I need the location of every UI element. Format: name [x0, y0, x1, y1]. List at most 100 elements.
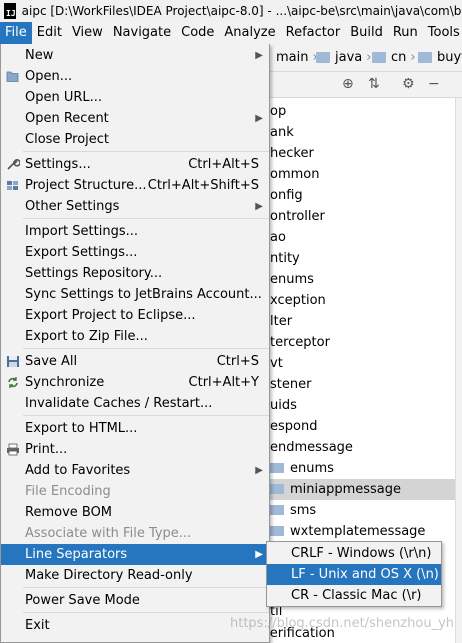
chevron-right-icon: ›	[366, 50, 372, 65]
window-title: aipc [D:\WorkFiles\IDEA Project\aipc-8.0…	[21, 4, 462, 18]
menu-item-make-read-only[interactable]: Make Directory Read-only	[1, 565, 269, 586]
menu-item-open[interactable]: Open...	[1, 66, 269, 87]
menu-item-label: Line Separators	[25, 547, 128, 562]
menu-item-label: Close Project	[25, 132, 110, 147]
menu-item-settings-repository[interactable]: Settings Repository...	[1, 263, 269, 284]
tree-item[interactable]: uids	[270, 395, 297, 416]
tree-item[interactable]: endmessage	[270, 437, 353, 458]
menu-item-remove-bom[interactable]: Remove BOM	[1, 502, 269, 523]
tree-item-label: miniappmessage	[290, 482, 402, 497]
menu-item-save-all[interactable]: Save All Ctrl+S	[1, 351, 269, 372]
tree-item[interactable]: hecker	[270, 143, 314, 164]
breadcrumb-main[interactable]: main›	[276, 50, 322, 65]
menu-item-open-recent[interactable]: Open Recent ▶	[1, 108, 269, 129]
tree-item[interactable]: enums	[270, 269, 314, 290]
submenu-item-cr[interactable]: CR - Classic Mac (\r)	[267, 585, 441, 606]
tree-item[interactable]: ank	[270, 122, 294, 143]
menu-item-export-settings[interactable]: Export Settings...	[1, 242, 269, 263]
title-bar: IJ aipc [D:\WorkFiles\IDEA Project\aipc-…	[0, 0, 462, 22]
menu-item-exit[interactable]: Exit	[1, 615, 269, 636]
menu-item-label: Project Structure...	[25, 178, 147, 193]
menu-tools[interactable]: Tools	[423, 22, 462, 44]
menu-item-other-settings[interactable]: Other Settings ▶	[1, 196, 269, 217]
menu-item-power-save-mode[interactable]: Power Save Mode	[1, 590, 269, 611]
menu-item-associate-file-type[interactable]: Associate with File Type...	[1, 523, 269, 544]
menu-item-label: Synchronize	[25, 375, 105, 390]
submenu-arrow-icon: ▶	[255, 465, 263, 476]
menu-item-close-project[interactable]: Close Project	[1, 129, 269, 150]
locate-icon[interactable]: ⊕	[342, 76, 354, 92]
tree-folder-wxtemplatemessage[interactable]: wxtemplatemessage	[270, 521, 425, 542]
breadcrumb-cn[interactable]: cn ›	[372, 50, 420, 65]
submenu-item-crlf[interactable]: CRLF - Windows (\r\n)	[267, 543, 441, 564]
menu-build[interactable]: Build	[345, 22, 388, 44]
tree-folder-enums[interactable]: enums	[270, 458, 334, 479]
tree-item[interactable]: lter	[270, 311, 292, 332]
tree-item[interactable]: onfig	[270, 185, 303, 206]
intellij-app-icon: IJ	[4, 3, 16, 19]
menu-divider	[23, 415, 269, 416]
gear-icon[interactable]: ⚙	[402, 76, 415, 92]
tree-item[interactable]: xception	[270, 290, 326, 311]
menu-item-label: Settings...	[25, 157, 91, 172]
menu-run[interactable]: Run	[388, 22, 423, 44]
menu-item-sync-settings[interactable]: Sync Settings to JetBrains Account...	[1, 284, 269, 305]
menu-item-export-eclipse[interactable]: Export Project to Eclipse...	[1, 305, 269, 326]
menu-item-label: Export Settings...	[25, 245, 138, 260]
tree-item[interactable]: ommon	[270, 164, 319, 185]
menu-view[interactable]: View	[67, 22, 108, 44]
menu-item-export-html[interactable]: Export to HTML...	[1, 418, 269, 439]
menu-item-file-encoding[interactable]: File Encoding	[1, 481, 269, 502]
folder-icon	[316, 52, 330, 63]
submenu-item-lf[interactable]: LF - Unix and OS X (\n)	[267, 564, 441, 585]
menu-divider	[23, 218, 269, 219]
menu-item-export-zip[interactable]: Export to Zip File...	[1, 326, 269, 347]
right-tool-strip	[455, 98, 462, 643]
minimize-icon[interactable]: −	[428, 76, 440, 92]
tree-item[interactable]: ntity	[270, 248, 300, 269]
tree-folder-sms[interactable]: sms	[270, 500, 316, 521]
tree-item[interactable]: terceptor	[270, 332, 330, 353]
menu-item-invalidate-caches[interactable]: Invalidate Caches / Restart...	[1, 393, 269, 414]
breadcrumb-label: cn	[391, 50, 407, 65]
menu-bar: File Edit View Navigate Code Analyze Ref…	[0, 22, 462, 44]
menu-item-project-structure[interactable]: Project Structure... Ctrl+Alt+Shift+S	[1, 175, 269, 196]
menu-navigate[interactable]: Navigate	[108, 22, 176, 44]
folder-icon	[270, 484, 284, 494]
menu-item-line-separators[interactable]: Line Separators ▶	[1, 544, 269, 565]
sync-icon	[8, 377, 18, 388]
breadcrumb-buyfo[interactable]: buyfo	[418, 50, 462, 65]
wrench-icon	[7, 159, 20, 170]
menu-item-settings[interactable]: Settings... Ctrl+Alt+S	[1, 154, 269, 175]
menu-item-open-url[interactable]: Open URL...	[1, 87, 269, 108]
collapse-all-icon[interactable]: ⇅	[368, 76, 380, 92]
menu-item-import-settings[interactable]: Import Settings...	[1, 221, 269, 242]
menu-item-label: Remove BOM	[25, 505, 113, 520]
menu-item-label: Power Save Mode	[25, 593, 140, 608]
project-toolbar: ⊕ ⇅ ⚙ −	[270, 72, 462, 98]
tree-item[interactable]: ao	[270, 227, 286, 248]
line-separators-submenu: CRLF - Windows (\r\n) LF - Unix and OS X…	[266, 541, 442, 607]
menu-analyze[interactable]: Analyze	[219, 22, 280, 44]
menu-item-new[interactable]: New ▶	[1, 45, 269, 66]
menu-file[interactable]: File	[0, 22, 32, 44]
menu-divider	[23, 587, 269, 588]
menu-item-print[interactable]: Print...	[1, 439, 269, 460]
menu-divider	[23, 348, 269, 349]
menu-item-add-to-favorites[interactable]: Add to Favorites ▶	[1, 460, 269, 481]
tree-item[interactable]: vt	[270, 353, 283, 374]
breadcrumb-java[interactable]: java ›	[316, 50, 375, 65]
menu-item-synchronize[interactable]: Synchronize Ctrl+Alt+Y	[1, 372, 269, 393]
menu-code[interactable]: Code	[176, 22, 219, 44]
tree-item[interactable]: espond	[270, 416, 317, 437]
menu-item-label: Export Project to Eclipse...	[25, 308, 196, 323]
project-structure-icon	[7, 181, 18, 190]
tree-item[interactable]: op	[270, 101, 286, 122]
tree-folder-miniappmessage[interactable]: miniappmessage	[270, 479, 462, 500]
menu-refactor[interactable]: Refactor	[281, 22, 346, 44]
menu-item-label: Import Settings...	[25, 224, 138, 239]
tree-item[interactable]: stener	[270, 374, 311, 395]
tree-item[interactable]: ontroller	[270, 206, 325, 227]
breadcrumb-label: main	[276, 50, 309, 65]
menu-edit[interactable]: Edit	[32, 22, 67, 44]
